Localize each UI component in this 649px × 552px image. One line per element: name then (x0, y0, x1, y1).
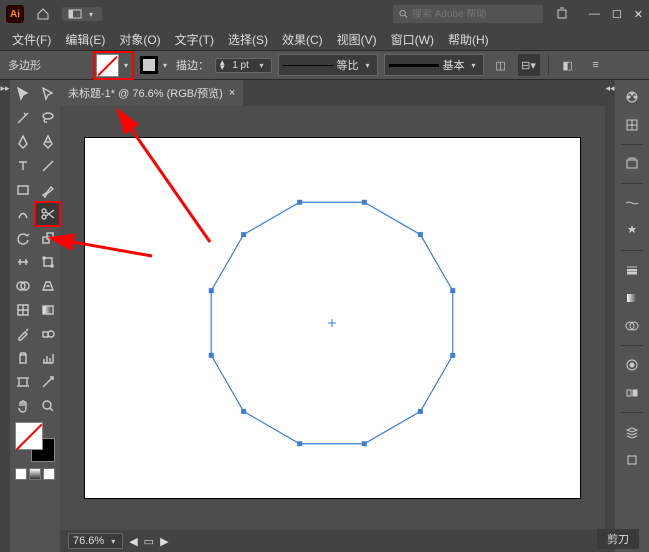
nav-page-icon[interactable]: ▭ (144, 535, 154, 548)
slice-tool[interactable] (35, 370, 60, 394)
search-icon (399, 9, 408, 19)
hand-tool[interactable] (10, 394, 35, 418)
gradient-panel-icon[interactable] (621, 287, 643, 309)
graphic-styles-panel-icon[interactable] (621, 382, 643, 404)
artboard[interactable] (85, 138, 580, 498)
curvature-tool[interactable] (35, 130, 60, 154)
stroke-weight-input[interactable]: ▴▾ ▾ (215, 58, 272, 73)
menu-effect[interactable]: 效果(C) (276, 29, 329, 50)
line-tool[interactable] (35, 154, 60, 178)
right-collapse-icon[interactable]: ◂◂ (605, 83, 614, 94)
stroke-swatch[interactable] (140, 56, 158, 74)
direct-selection-tool[interactable] (35, 82, 60, 106)
mesh-tool[interactable] (10, 298, 35, 322)
type-tool[interactable] (10, 154, 35, 178)
artboards-panel-icon[interactable] (621, 449, 643, 471)
align-icon[interactable]: ⊟▾ (518, 54, 540, 76)
profile-uniform[interactable]: 等比▾ (278, 54, 378, 76)
width-tool[interactable] (10, 250, 35, 274)
polygon-shape[interactable] (85, 138, 580, 498)
opacity-icon[interactable]: ◫ (490, 54, 512, 76)
libraries-panel-icon[interactable] (621, 153, 643, 175)
gradient-mode[interactable] (29, 468, 41, 480)
nav-prev-icon[interactable]: ◀ (129, 535, 137, 548)
swatches-panel-icon[interactable] (621, 114, 643, 136)
home-icon[interactable] (32, 3, 54, 25)
fill-stroke-swatches[interactable] (15, 422, 55, 462)
none-mode[interactable] (43, 468, 55, 480)
stroke-panel-icon[interactable] (621, 259, 643, 281)
color-panel-icon[interactable] (621, 86, 643, 108)
stroke-label: 描边： (176, 57, 209, 73)
panel-dock (615, 80, 649, 552)
fill-color-swatch[interactable] (15, 422, 43, 450)
appearance-panel-icon[interactable] (621, 354, 643, 376)
app-logo: Ai (6, 5, 24, 23)
more-icon[interactable]: ≡ (585, 54, 607, 76)
fill-swatch[interactable] (96, 54, 119, 77)
brushes-panel-icon[interactable] (621, 192, 643, 214)
zoom-select[interactable]: 76.6%▾ (68, 533, 123, 549)
gradient-tool[interactable] (35, 298, 60, 322)
free-transform-tool[interactable] (35, 250, 60, 274)
pen-tool[interactable] (10, 130, 35, 154)
eyedropper-tool[interactable] (10, 322, 35, 346)
shape-label: 多边形 (8, 57, 41, 73)
scale-tool[interactable] (35, 226, 60, 250)
magic-wand-tool[interactable] (10, 106, 35, 130)
lasso-tool[interactable] (35, 106, 60, 130)
menu-window[interactable]: 窗口(W) (385, 29, 440, 50)
menu-file[interactable]: 文件(F) (6, 29, 57, 50)
profile-basic[interactable]: 基本▾ (384, 54, 484, 76)
left-collapse-icon[interactable]: ▸▸ (0, 83, 9, 94)
blend-tool[interactable] (35, 322, 60, 346)
zoom-tool[interactable] (35, 394, 60, 418)
artboard-tool[interactable] (10, 370, 35, 394)
nav-next-icon[interactable]: ▶ (160, 535, 168, 548)
symbol-sprayer-tool[interactable] (10, 346, 35, 370)
symbols-panel-icon[interactable] (621, 220, 643, 242)
transparency-panel-icon[interactable] (621, 315, 643, 337)
stroke-weight-field[interactable] (227, 60, 255, 71)
min-icon[interactable]: — (589, 8, 600, 21)
layout-dropdown[interactable]: ▾ (62, 7, 102, 21)
scissors-tool[interactable] (35, 202, 60, 226)
tab-title: 未标题-1* @ 76.6% (RGB/预览) (68, 85, 223, 101)
menu-select[interactable]: 选择(S) (222, 29, 274, 50)
brush-tool[interactable] (35, 178, 60, 202)
menu-edit[interactable]: 编辑(E) (59, 29, 111, 50)
rectangle-tool[interactable] (10, 178, 35, 202)
menu-type[interactable]: 文字(T) (169, 29, 220, 50)
tab-close-icon[interactable]: × (229, 87, 235, 99)
shape-builder-tool[interactable] (10, 274, 35, 298)
menu-help[interactable]: 帮助(H) (442, 29, 495, 50)
rotate-tool[interactable] (10, 226, 35, 250)
stroke-dropdown-icon[interactable]: ▾ (160, 60, 170, 70)
fill-control-highlight: ▾ (93, 51, 134, 80)
transform-icon[interactable]: ◧ (557, 54, 579, 76)
share-icon[interactable] (551, 3, 573, 25)
layers-panel-icon[interactable] (621, 421, 643, 443)
max-icon[interactable]: ☐ (612, 8, 622, 21)
status-tool-label: 剪刀 (597, 529, 639, 549)
menu-view[interactable]: 视图(V) (331, 29, 383, 50)
shaper-tool[interactable] (10, 202, 35, 226)
perspective-tool[interactable] (35, 274, 60, 298)
graph-tool[interactable] (35, 346, 60, 370)
selection-tool[interactable] (10, 82, 35, 106)
document-tab[interactable]: 未标题-1* @ 76.6% (RGB/预览) × (60, 80, 243, 106)
toolbox (10, 80, 60, 552)
search-box[interactable] (393, 5, 543, 23)
close-icon[interactable]: ✕ (634, 8, 643, 21)
fill-dropdown-icon[interactable]: ▾ (121, 60, 131, 70)
menu-object[interactable]: 对象(O) (113, 29, 166, 50)
color-mode[interactable] (15, 468, 27, 480)
search-input[interactable] (412, 9, 537, 20)
